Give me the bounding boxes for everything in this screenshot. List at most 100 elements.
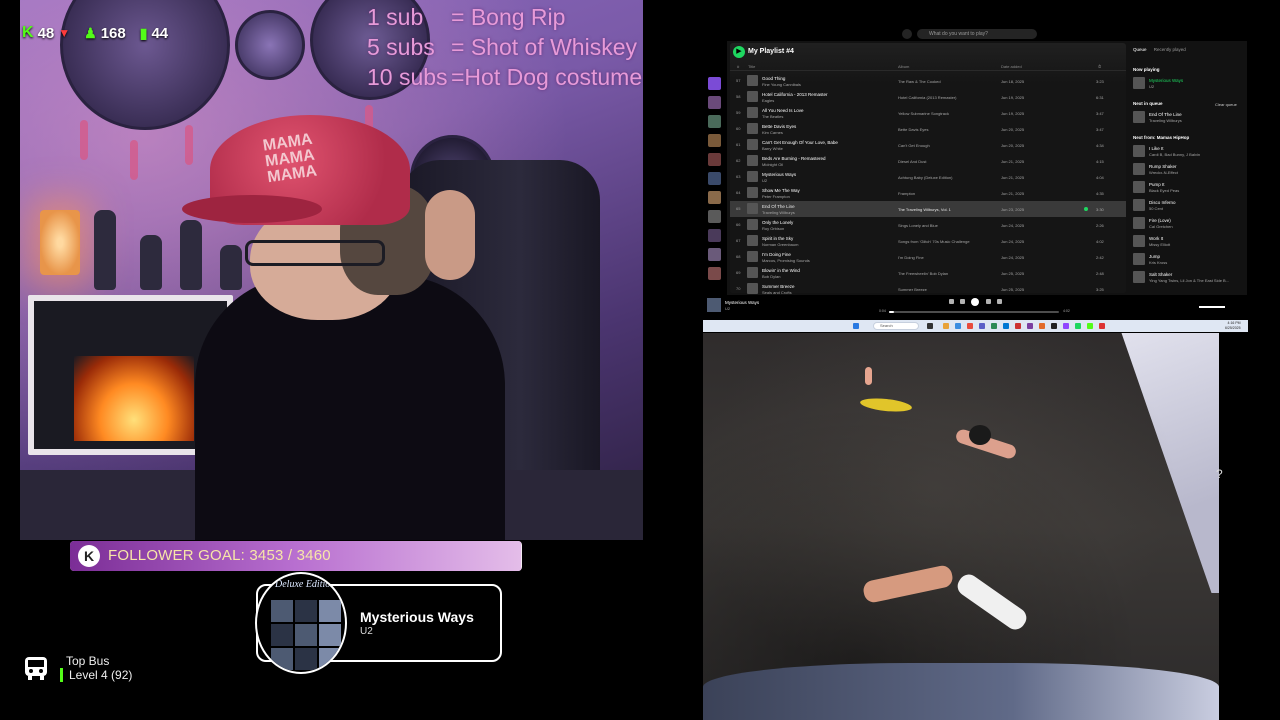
next-icon[interactable]	[986, 299, 991, 304]
library-item[interactable]	[708, 210, 721, 223]
queue-item[interactable]: I Like It Cardi B, Bad Bunny, J Balvin	[1133, 144, 1241, 158]
library-item[interactable]	[708, 115, 721, 128]
app-icon[interactable]	[991, 323, 997, 329]
track-album[interactable]: The Freewheelin' Bob Dylan	[898, 271, 948, 276]
column-album[interactable]: Album	[898, 63, 909, 71]
queue-item[interactable]: Pump It Black Eyed Peas	[1133, 180, 1241, 194]
track-artist[interactable]: Roy Orbison	[762, 226, 784, 231]
tab-recently-played[interactable]: Recently played	[1154, 47, 1186, 52]
taskbar-search[interactable]: Search	[873, 322, 919, 330]
sub-goal-reward: = Shot of Whiskey	[451, 34, 637, 60]
library-item[interactable]	[708, 172, 721, 185]
track-artist[interactable]: Traveling Wilburys	[762, 210, 795, 215]
track-row[interactable]: 67 Spirit in the Sky Norman Greenbaum Songs…	[730, 233, 1126, 249]
previous-icon[interactable]	[960, 299, 965, 304]
track-row[interactable]: 68 I'm Doing Fine Marcos, Promising Sounds…	[730, 249, 1126, 265]
track-album[interactable]: Bette Davis Eyes	[898, 127, 928, 132]
player-title[interactable]: Mysterious Ways	[725, 300, 759, 305]
track-artist[interactable]: Kim Carnes	[762, 130, 783, 135]
track-artist[interactable]: Barry White	[762, 146, 783, 151]
queue-item[interactable]: Fire (Love) Cal Gretchen	[1133, 216, 1241, 230]
feather	[130, 140, 138, 180]
track-row[interactable]: 69 Blowin' in the Wind Bob Dylan The Freewh…	[730, 265, 1126, 281]
spotify-icon[interactable]	[1075, 323, 1081, 329]
player-artist[interactable]: U2	[725, 306, 730, 311]
track-album[interactable]: Sings Lonely and Blue	[898, 223, 938, 228]
track-album[interactable]: Diesel And Dust	[898, 159, 926, 164]
queue-item[interactable]: Disco Inferno 50 Cent	[1133, 198, 1241, 212]
library-item[interactable]	[708, 248, 721, 261]
library-item[interactable]	[708, 96, 721, 109]
library-item[interactable]	[708, 153, 721, 166]
app-icon[interactable]	[1063, 323, 1069, 329]
volume-slider[interactable]	[1199, 306, 1225, 308]
track-album[interactable]: The Raw & The Cooked	[898, 79, 941, 84]
queue-item[interactable]: Salt Shaker Ying Yang Twins, Lil Jon & Th…	[1133, 270, 1241, 284]
column-date[interactable]: Date added	[1001, 63, 1022, 71]
start-icon[interactable]	[853, 323, 859, 329]
shuffle-icon[interactable]	[949, 299, 954, 304]
clear-queue-button[interactable]: Clear queue	[1215, 102, 1237, 107]
track-row[interactable]: 64 Show Me The Way Peter Frampton Frampton J…	[730, 185, 1126, 201]
track-row[interactable]: 65 End Of The Line Traveling Wilburys The T…	[730, 201, 1126, 217]
pause-button[interactable]	[971, 298, 979, 306]
queue-item[interactable]: Rump Shaker Wreckx-N-Effect	[1133, 162, 1241, 176]
obs-icon[interactable]	[1051, 323, 1057, 329]
app-icon[interactable]	[1039, 323, 1045, 329]
taskbar-clock[interactable]: 4:16 PM 6/25/2025	[1225, 321, 1241, 331]
track-album[interactable]: Achtung Baby (Deluxe Edition)	[898, 175, 952, 180]
track-album[interactable]: Hotel California (2013 Remaster)	[898, 95, 956, 100]
track-album[interactable]: The Traveling Wilburys, Vol. 1	[898, 207, 951, 212]
queue-item[interactable]: Work It Missy Elliott	[1133, 234, 1241, 248]
repeat-icon[interactable]	[997, 299, 1002, 304]
liked-icon[interactable]	[1084, 207, 1088, 211]
chrome-icon[interactable]	[967, 323, 973, 329]
track-row[interactable]: 57 Good Thing Fine Young Cannibals The Raw …	[730, 73, 1126, 89]
app-icon[interactable]	[979, 323, 985, 329]
app-icon[interactable]	[1099, 323, 1105, 329]
queue-item[interactable]: Jump Kris Kross	[1133, 252, 1241, 266]
track-album[interactable]: Can't Get Enough	[898, 143, 930, 148]
edge-icon[interactable]	[955, 323, 961, 329]
track-row[interactable]: 58 Hotel California - 2013 Remaster Eagles…	[730, 89, 1126, 105]
track-album[interactable]: Frampton	[898, 191, 915, 196]
track-album[interactable]: I'm Doing Fine	[898, 255, 924, 260]
play-icon[interactable]: ▶	[733, 46, 745, 58]
track-album[interactable]: Yellow Submarine Songtrack	[898, 111, 949, 116]
track-row[interactable]: 61 Can't Get Enough Of Your Love, Babe Bar…	[730, 137, 1126, 153]
explorer-icon[interactable]	[943, 323, 949, 329]
track-album[interactable]: Songs from 'Glitch' 70s Music Challenge	[898, 239, 970, 244]
home-icon[interactable]	[902, 29, 912, 39]
playback-progress[interactable]	[889, 311, 1059, 313]
library-item[interactable]	[708, 191, 721, 204]
track-artist[interactable]: Bob Dylan	[762, 274, 780, 279]
library-item[interactable]	[708, 77, 721, 90]
tab-queue[interactable]: Queue	[1133, 47, 1147, 52]
app-icon[interactable]	[1027, 323, 1033, 329]
track-row[interactable]: 63 Mysterious Ways U2 Achtung Baby (Deluxe …	[730, 169, 1126, 185]
track-artist[interactable]: Eagles	[762, 98, 774, 103]
track-artist[interactable]: Fine Young Cannibals	[762, 82, 801, 87]
track-artist[interactable]: U2	[762, 178, 767, 183]
queue-now-playing[interactable]: Mysterious Ways U2	[1133, 76, 1241, 90]
app-icon[interactable]	[1015, 323, 1021, 329]
library-item[interactable]	[708, 229, 721, 242]
taskview-icon[interactable]	[927, 323, 933, 329]
app-icon[interactable]	[1003, 323, 1009, 329]
track-artist[interactable]: Marcos, Promising Sounds	[762, 258, 810, 263]
track-row[interactable]: 62 Beds Are Burning - Remastered Midnight …	[730, 153, 1126, 169]
queue-item[interactable]: End Of The Line Traveling Wilburys	[1133, 110, 1241, 124]
track-row[interactable]: 66 Only the Lonely Roy Orbison Sings Lonely…	[730, 217, 1126, 233]
library-item[interactable]	[708, 267, 721, 280]
track-artist[interactable]: Norman Greenbaum	[762, 242, 798, 247]
track-album[interactable]: Summer Breeze	[898, 287, 927, 292]
track-row[interactable]: 59 All You Need Is Love The Beatles Yellow …	[730, 105, 1126, 121]
track-row[interactable]: 60 Bette Davis Eyes Kim Carnes Bette Davis …	[730, 121, 1126, 137]
spotify-search-input[interactable]: What do you want to play?	[917, 29, 1037, 39]
library-item[interactable]	[708, 134, 721, 147]
column-title[interactable]: Title	[748, 63, 755, 71]
track-artist[interactable]: Midnight Oil	[762, 162, 783, 167]
track-artist[interactable]: Peter Frampton	[762, 194, 790, 199]
kick-icon[interactable]	[1087, 323, 1093, 329]
track-artist[interactable]: The Beatles	[762, 114, 783, 119]
